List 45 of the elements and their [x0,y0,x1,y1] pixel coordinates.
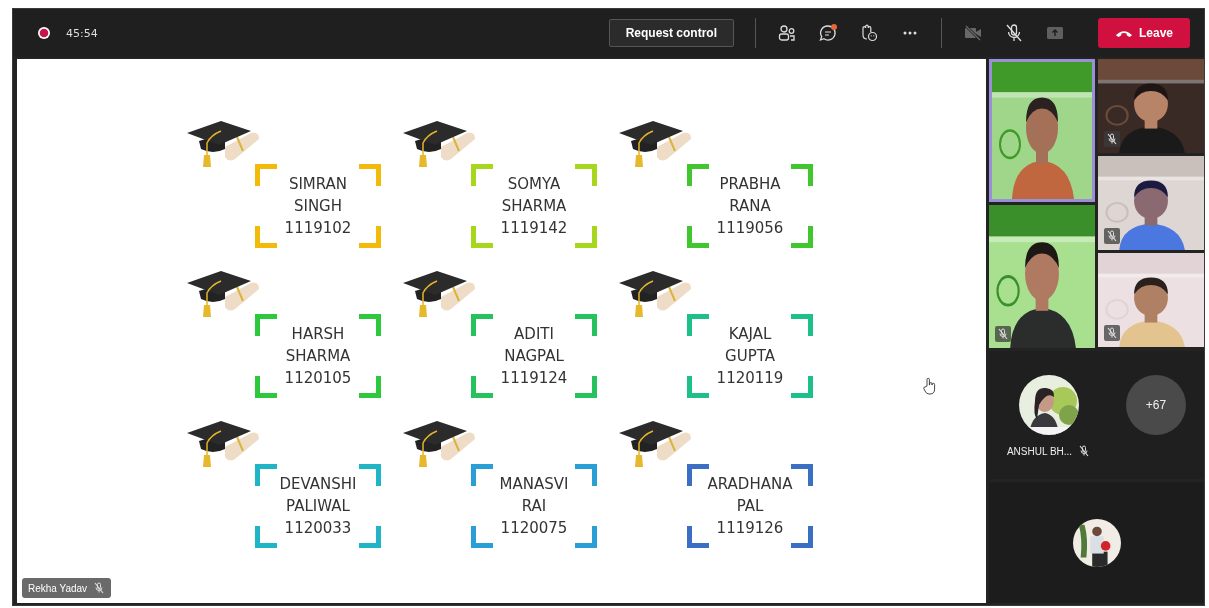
student-first-name: KAJAL [728,324,772,345]
student-last-name: RAI [521,496,547,517]
student-first-name: SOMYA [507,174,561,195]
student-last-name: SHARMA [501,196,567,217]
student-roll-number: 1119102 [284,218,352,239]
student-last-name: PALIWAL [286,496,350,517]
student-first-name: ARADHANA [707,474,793,495]
student-first-name: MANASVI [499,474,569,495]
mic-off-icon [1106,133,1118,145]
student-roll-number: 1120105 [284,368,352,389]
request-control-button[interactable]: Request control [608,19,734,47]
student-roll-number: 1120119 [716,368,784,389]
student-roll-number: 1119056 [716,218,784,239]
student-first-name: SIMRAN [288,174,348,195]
student-roll-number: 1120033 [284,518,352,539]
mic-off-icon [1106,230,1118,242]
student-last-name: SHARMA [285,346,351,367]
elapsed-time: 45:54 [66,26,98,40]
student-last-name: PAL [736,496,764,517]
microphone-icon[interactable] [1004,23,1024,43]
student-first-name: HARSH [291,324,345,345]
mic-off-icon [93,582,106,594]
participant-name: ANSHUL BH... [1006,445,1073,457]
mic-off-icon [1078,445,1091,457]
hang-up-icon [1115,28,1133,38]
student-roll-number: 1119142 [500,218,568,239]
student-first-name: DEVANSHI [279,474,357,495]
chat-icon[interactable] [818,23,838,43]
people-icon[interactable] [777,23,797,43]
student-last-name: RANA [729,196,771,217]
student-first-name: ADITI [514,324,554,345]
student-first-name: PRABHA [719,174,781,195]
student-last-name: SINGH [293,196,343,217]
student-roll-number: 1120075 [500,518,568,539]
raise-hand-icon[interactable] [859,23,879,43]
mic-off-icon [1106,327,1118,339]
student-roll-number: 1119124 [500,368,568,389]
leave-button[interactable]: Leave [1098,18,1190,48]
hand-cursor-icon [923,377,937,395]
student-roll-number: 1119126 [716,518,784,539]
student-last-name: NAGPAL [504,346,564,367]
presenter-name: Rekha Yadav [28,582,88,594]
more-participants-badge[interactable]: +67 [1126,375,1187,435]
student-last-name: GUPTA [725,346,775,367]
mic-off-icon [997,328,1009,340]
